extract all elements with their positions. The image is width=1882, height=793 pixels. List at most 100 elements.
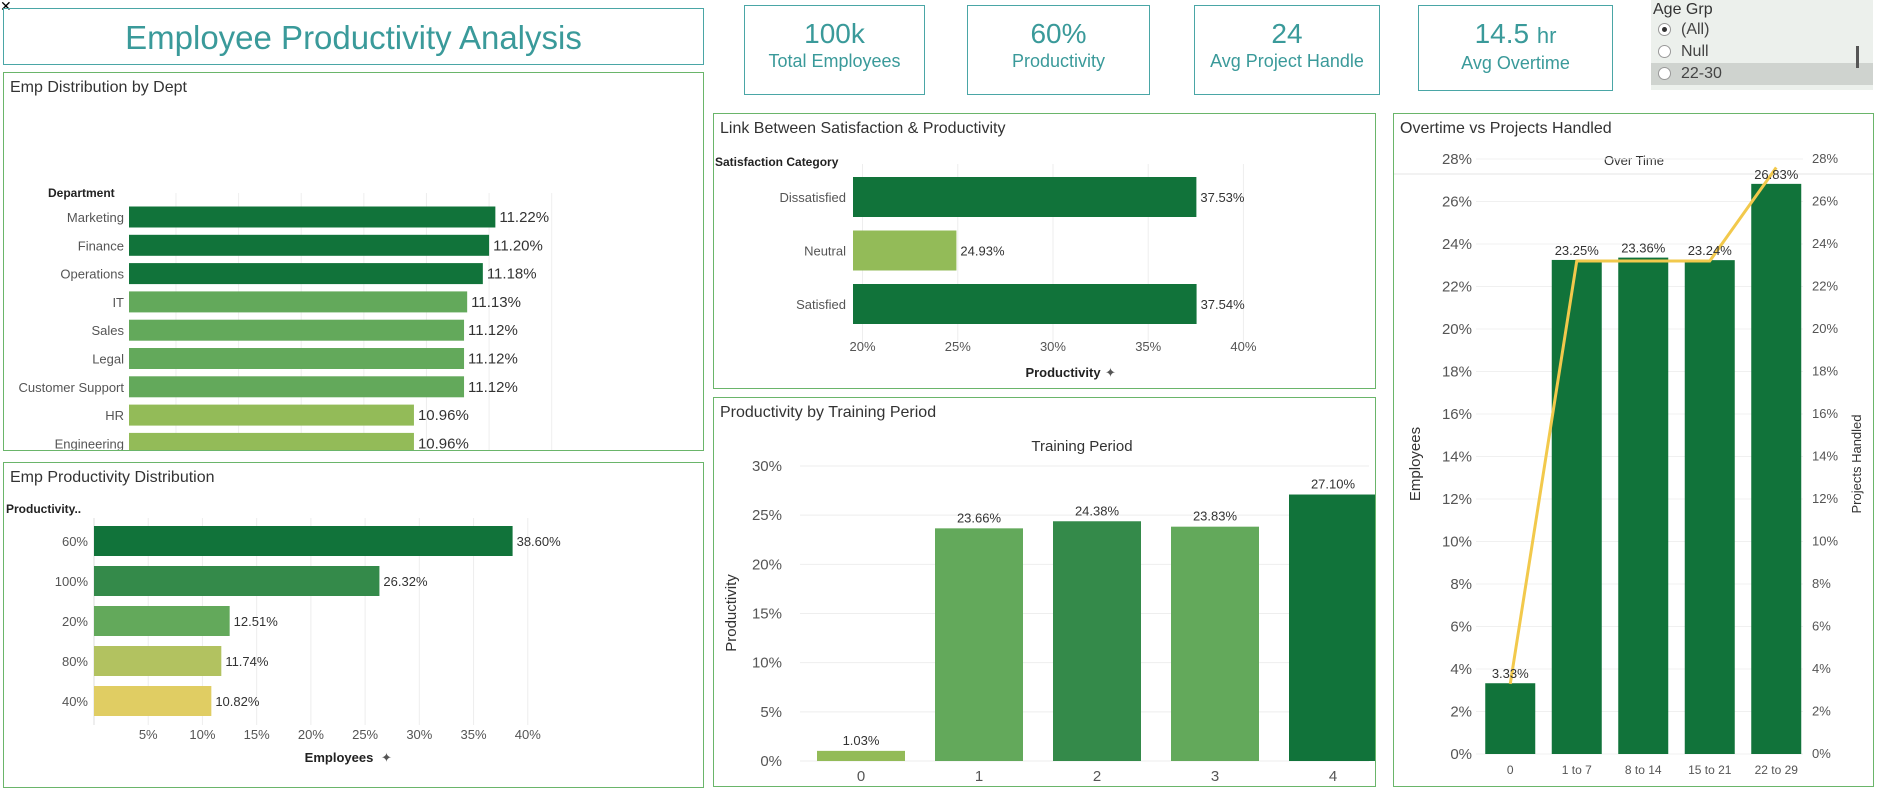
radio-icon[interactable] xyxy=(1658,67,1671,80)
data-label: 38.60% xyxy=(517,534,562,549)
kpi-label: Avg Project Handle xyxy=(1210,51,1364,71)
category-label: 80% xyxy=(62,654,88,669)
y2-tick-label: 6% xyxy=(1812,619,1831,634)
data-label: 37.53% xyxy=(1200,190,1245,205)
data-label: 27.10% xyxy=(1311,477,1356,492)
x-tick-label: 15% xyxy=(244,727,270,742)
y-tick-label: 8% xyxy=(1450,576,1472,593)
data-label: 24.38% xyxy=(1075,503,1120,518)
filter-title: Age Grp xyxy=(1653,1,1713,18)
kpi-number: 14.5 xyxy=(1474,18,1530,49)
radio-icon[interactable] xyxy=(1658,45,1671,58)
bar xyxy=(129,291,468,313)
data-label: 23.83% xyxy=(1193,509,1238,524)
kpi-label: Productivity xyxy=(1011,51,1106,71)
pin-icon: ✦ xyxy=(1105,365,1116,380)
filter-option-label: 22-30 xyxy=(1681,65,1722,82)
y-tick-label: 24% xyxy=(1442,236,1472,253)
y2-axis-title: Projects Handled xyxy=(1849,415,1864,514)
category-label: 100% xyxy=(55,574,89,589)
y2-tick-label: 10% xyxy=(1812,534,1838,549)
data-label: 10.82% xyxy=(215,694,260,709)
x-tick-label: 0 xyxy=(1507,763,1514,777)
radio-checked-icon[interactable] xyxy=(1658,23,1671,36)
bar xyxy=(853,177,1197,217)
dashboard-title-box: Employee Productivity Analysis xyxy=(3,8,704,65)
y-tick-label: 10% xyxy=(752,655,782,672)
x-tick-label: 25% xyxy=(352,727,378,742)
data-label: 10.96% xyxy=(418,407,469,424)
x-tick-label: 35% xyxy=(1135,339,1161,354)
bar xyxy=(129,404,414,426)
category-label: Sales xyxy=(91,323,124,338)
y-tick-label: 0% xyxy=(760,753,782,770)
bar xyxy=(129,376,465,398)
y-tick-label: 25% xyxy=(752,507,782,524)
y-tick-label: 20% xyxy=(1442,321,1472,338)
data-label: 23.36% xyxy=(1621,241,1666,256)
category-label: Legal xyxy=(92,352,124,367)
training-period-chart: Training Period 0% 5% 10% 15% 20% 25% 30% Produc… xyxy=(723,438,1375,785)
bar xyxy=(129,206,496,228)
dept-distribution-chart: 10.2%10.4%10.6%10.8%11.0%11.2%11.4%Depar… xyxy=(19,186,553,450)
satisfaction-chart: 20% 25% 30% 35% 40% Satisfaction Category Diss… xyxy=(715,155,1257,380)
panel-dept-distribution: Emp Distribution by Dept 10.2%10.4%10.6%… xyxy=(3,72,704,451)
bar xyxy=(1485,683,1536,754)
x-tick-label: 30% xyxy=(406,727,432,742)
category-label: 20% xyxy=(62,614,88,629)
bar xyxy=(1751,183,1802,755)
data-label: 11.13% xyxy=(471,294,521,311)
category-label: Engineering xyxy=(55,436,124,450)
kpi-productivity: 60% Productivity xyxy=(967,5,1150,95)
data-label: 26.83% xyxy=(1754,167,1799,182)
bar xyxy=(1618,257,1669,754)
bar xyxy=(94,526,513,556)
x-tick-label: 5% xyxy=(139,727,158,742)
filter-option-null[interactable]: Null xyxy=(1651,41,1873,63)
x-tick-label: 20% xyxy=(298,727,324,742)
data-label: 11.12% xyxy=(468,351,518,368)
y-tick-label: 14% xyxy=(1442,449,1472,466)
age-group-filter: Age Grp (All) Null 22-30 xyxy=(1651,0,1873,90)
data-label: 3.33% xyxy=(1492,666,1529,681)
kpi-label: Total Employees xyxy=(768,51,901,71)
y2-tick-label: 16% xyxy=(1812,406,1838,421)
y-axis-header: Productivity.. xyxy=(6,502,81,516)
panel-training-period: Productivity by Training Period Training… xyxy=(713,397,1376,787)
productivity-distribution-chart: 5% 10% 15% 20% 25% 30% 35% 40% Productivity.. 60%… xyxy=(6,502,562,765)
x-tick-label: 15 to 21 xyxy=(1688,763,1732,777)
filter-option-label: (All) xyxy=(1681,21,1710,38)
category-label: Finance xyxy=(78,238,124,253)
kpi-label: Avg Overtime xyxy=(1461,53,1570,73)
kpi-avg-project-handle: 24 Avg Project Handle xyxy=(1194,5,1380,95)
y-tick-label: 6% xyxy=(1450,619,1472,636)
bar xyxy=(94,566,380,596)
y2-tick-label: 2% xyxy=(1812,704,1831,719)
kpi-unit: hr xyxy=(1536,23,1557,48)
y2-tick-label: 18% xyxy=(1812,364,1838,379)
y2-tick-label: 28% xyxy=(1812,151,1838,166)
x-tick-label: 10% xyxy=(189,727,215,742)
category-label: Neutral xyxy=(804,244,846,259)
bar xyxy=(935,528,1023,761)
overtime-chart: Over Time 0% 0% 2% 2% 4% 4% 6% 6% 8% 8% 10% 10% 12% 12… xyxy=(1394,151,1873,777)
category-label: 40% xyxy=(62,694,88,709)
kpi-value: 24 xyxy=(1271,18,1303,49)
filter-scrollbar[interactable] xyxy=(1856,46,1859,68)
bar xyxy=(1171,526,1259,761)
filter-option-all[interactable]: (All) xyxy=(1651,19,1873,41)
y2-tick-label: 0% xyxy=(1812,746,1831,761)
x-tick-label: 1 xyxy=(975,768,983,785)
bar xyxy=(129,319,465,341)
y2-tick-label: 20% xyxy=(1812,321,1838,336)
y2-tick-label: 22% xyxy=(1812,279,1838,294)
bar xyxy=(94,646,222,676)
y-tick-label: 26% xyxy=(1442,194,1472,211)
bar xyxy=(817,750,905,761)
data-label: 10.96% xyxy=(418,435,469,450)
bar xyxy=(129,348,465,369)
filter-option-22-30[interactable]: 22-30 xyxy=(1651,63,1873,85)
bar xyxy=(853,284,1197,324)
bar xyxy=(853,230,957,271)
y-tick-label: 15% xyxy=(752,606,782,623)
